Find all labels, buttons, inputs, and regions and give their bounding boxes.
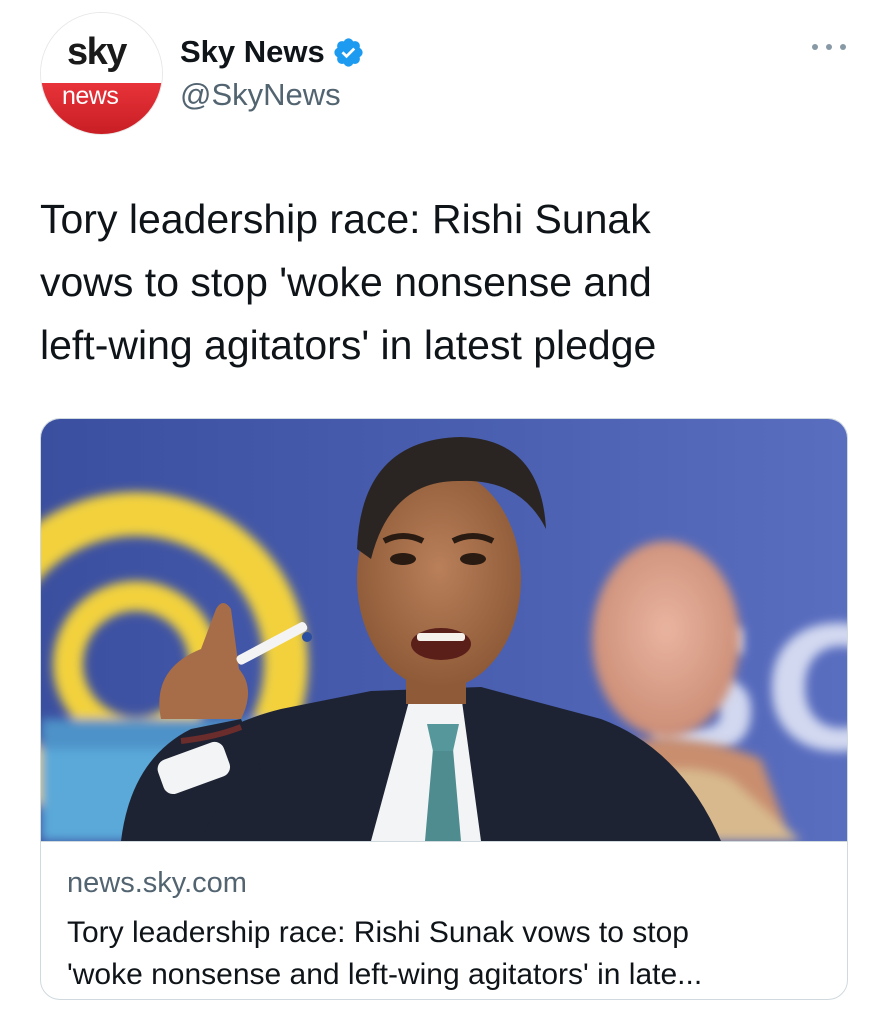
more-dot bbox=[840, 44, 846, 50]
more-options-icon[interactable] bbox=[812, 36, 846, 58]
tweet-text: Tory leadership race: Rishi Sunak vows t… bbox=[40, 196, 657, 368]
card-domain: news.sky.com bbox=[67, 867, 247, 899]
avatar[interactable]: sky news bbox=[40, 12, 163, 135]
verified-badge-icon bbox=[332, 36, 365, 69]
display-name[interactable]: Sky News bbox=[180, 34, 325, 70]
display-name-row: Sky News bbox=[180, 30, 365, 74]
author-handle[interactable]: @SkyNews bbox=[180, 77, 341, 113]
more-dot bbox=[826, 44, 832, 50]
card-info: news.sky.com Tory leadership race: Rishi… bbox=[41, 841, 847, 999]
card-title: Tory leadership race: Rishi Sunak vows t… bbox=[67, 916, 703, 991]
tweet-header: sky news Sky News @SkyNews bbox=[0, 0, 890, 150]
avatar-logo-bottom-word: news bbox=[62, 82, 119, 110]
photo-of-man-pointing-icon: SC bbox=[41, 419, 847, 841]
link-card[interactable]: SC news.sky.com bbox=[40, 418, 848, 1000]
avatar-logo-top-word: sky bbox=[67, 31, 127, 73]
more-dot bbox=[812, 44, 818, 50]
